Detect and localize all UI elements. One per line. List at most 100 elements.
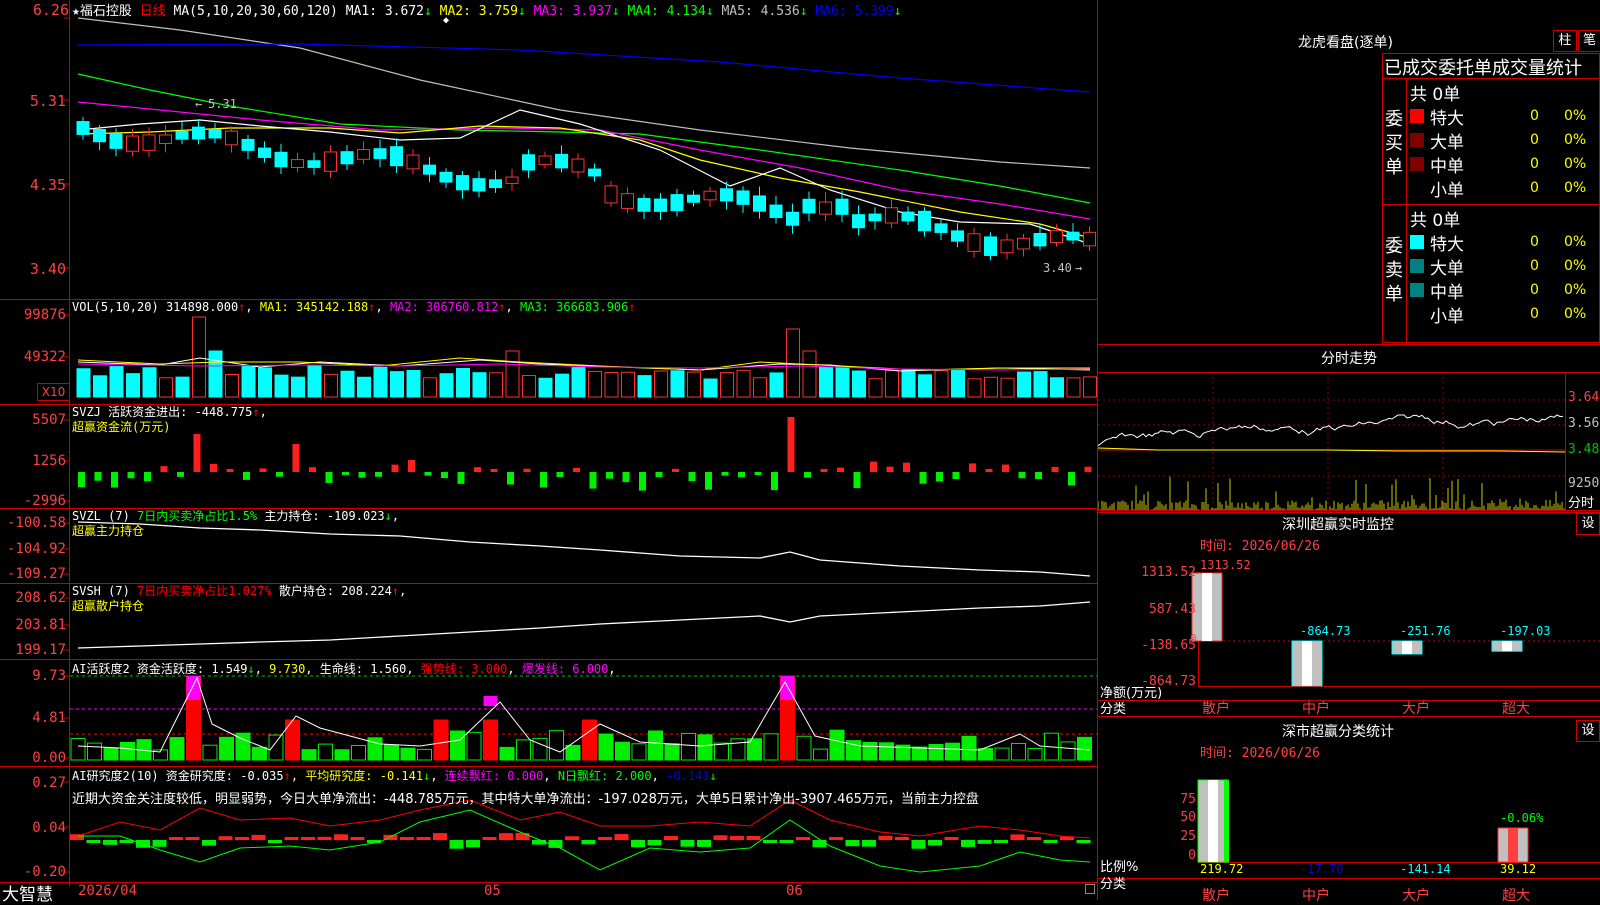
stock-name: 福石控股 [79,4,132,19]
candle-body [390,146,403,167]
fund-flow-bar [210,463,217,472]
candle-body [208,129,222,139]
volume-bar [406,369,421,398]
ma-indicator: MA6: 5.399 [815,4,894,19]
research-bar [1076,840,1091,844]
research-bar [433,833,447,840]
activity-bar [400,747,416,761]
order-row: 大单 0 0% [1410,128,1600,153]
lock-icon[interactable] [1085,884,1095,894]
order-count: 0 [1530,180,1539,196]
app-brand: 大智慧 [2,885,53,905]
research-bar [169,837,183,840]
fund-flow-bar [177,472,184,477]
period-label[interactable]: 日线 [140,4,166,19]
research-bar [730,835,744,840]
candle-body [357,149,370,160]
fund-flow-bar [226,469,234,472]
research-bar [1043,840,1058,843]
research-bar [779,840,794,843]
vol-ma2: MA2: 306760.812 [389,300,499,314]
research-bar [631,840,645,848]
star-icon[interactable]: ★ [72,4,80,19]
fund-flow-bar [358,472,366,478]
candle-body [324,151,337,172]
activity-bar [516,739,531,761]
sz-class-settings-button[interactable]: 设 [1576,720,1600,742]
activity-bar [301,749,317,761]
volume-bar [291,376,305,398]
sz-monitor-zero: 0 [1190,632,1197,645]
fund-flow-bar [870,461,877,472]
activity-bar [829,729,845,761]
volume-bar [505,350,520,398]
pen-toggle-button[interactable]: 笔 [1578,30,1600,52]
svsh-header: SVSH (7) 7日内买卖净占比1.027% 散户持仓: 208.224↑, … [72,584,407,613]
candle-body [885,207,898,224]
price-y-label: 5.31 [29,92,66,110]
color-swatch [1410,259,1424,273]
candle-body [604,185,618,204]
candle-body [637,198,651,212]
activity-bar [945,742,960,761]
volume-bar [571,367,586,398]
candle-body [109,133,123,149]
fund-flow-bar [688,472,696,482]
activity-bar [252,746,267,761]
fund-flow-bar [540,472,547,488]
bar-toggle-button[interactable]: 柱 [1553,30,1577,52]
fund-flow-bar [243,472,250,480]
research-bar [977,840,992,844]
candle-body [274,151,288,168]
order-percent: 0% [1564,180,1587,196]
research-bar [350,837,365,840]
vol-unit-badge[interactable]: X10 [37,383,70,401]
ratio-bar-highlight [1508,828,1518,862]
research-bar [796,837,810,840]
sz-monitor-settings-button[interactable]: 设 [1576,513,1600,535]
x-axis-label: 06 [786,883,803,899]
order-count: 0 [1530,156,1539,172]
tab-filled[interactable]: 已成交 [1384,54,1438,78]
activity-bar [813,748,828,761]
fund-flow-bar [721,472,729,476]
volume-bar [901,369,916,398]
volume-bar [604,372,619,398]
bar-value-label: 39.12 [1500,862,1537,876]
ai-active-y-label: 4.81 [32,710,66,726]
svzj-y-label: 5507 [32,412,66,428]
activity-bar [351,744,366,761]
volume-bar [621,371,635,398]
fund-flow-bar [111,472,118,488]
candle-body [291,159,304,169]
sell-orders-label: 委卖单 [1385,236,1403,305]
price-high-annotation: ← [195,97,202,111]
volume-bar [967,378,982,398]
candle-body [505,176,519,184]
fund-flow-bar [573,467,580,472]
intraday-y-label: 3.480 [1568,442,1600,457]
volume-bar [637,375,652,398]
volume-bar [918,374,932,398]
ai-active-title: AI活跃度2 资金活跃度: 1.549 [72,662,248,676]
candle-body [868,213,882,222]
net-amount-bar-highlight [1202,573,1212,641]
fund-flow-bar [144,472,151,482]
candle-body [621,193,634,209]
tab-volume-stats[interactable]: 成交量统计 [1492,54,1582,78]
research-bar [680,840,695,847]
volume-bar [769,372,784,398]
volume-bar [736,369,751,398]
order-percent: 0% [1564,282,1587,298]
candle-body [175,131,189,140]
main-chart-area[interactable]: ← 5.31 3.40 → ◆ [0,0,1098,900]
tab-orders[interactable]: 委托单 [1438,54,1492,78]
activity-bar [219,736,234,761]
research-bar [598,837,612,840]
candle-body [340,151,354,165]
ma-indicator: MA3: 3.937 [533,4,612,19]
sz-monitor-title: 深圳超赢实时监控 [1282,517,1394,533]
fund-flow-bar [853,472,861,489]
research-bar [317,836,332,840]
volume-bar [274,374,289,398]
